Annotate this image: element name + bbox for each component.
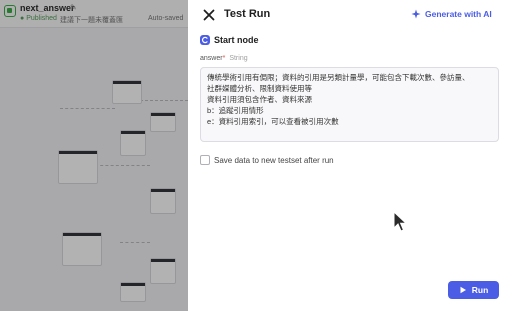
sparkle-icon bbox=[411, 9, 421, 19]
required-mark: * bbox=[222, 55, 226, 62]
mouse-cursor-icon bbox=[393, 211, 407, 232]
generate-with-ai-button[interactable]: Generate with AI bbox=[411, 9, 492, 19]
answer-line: e：資料引用索引，可以查看被引用次數 bbox=[207, 117, 339, 126]
answer-field-label: answer* String bbox=[200, 55, 248, 62]
field-type: String bbox=[229, 55, 248, 62]
answer-line: 資料引用須包含作者、資料來源 bbox=[207, 95, 312, 104]
start-node-label: Start node bbox=[214, 35, 259, 45]
close-icon bbox=[203, 9, 215, 21]
panel-title: Test Run bbox=[224, 8, 271, 20]
field-name: answer bbox=[200, 55, 223, 62]
answer-line: 傳統學術引用有侷限；資料的引用是另類計量學，可能包含下載次數、參訪量、 bbox=[207, 73, 470, 82]
modal-overlay[interactable] bbox=[0, 0, 188, 311]
answer-line: b：追蹤引用情形 bbox=[207, 106, 264, 115]
run-button[interactable]: Run bbox=[448, 281, 499, 299]
play-icon bbox=[460, 286, 466, 294]
start-node-icon bbox=[200, 35, 210, 45]
generate-with-ai-label: Generate with AI bbox=[425, 9, 492, 19]
close-button[interactable] bbox=[201, 7, 217, 23]
answer-line: 社群媒體分析、限制資料使用等 bbox=[207, 84, 312, 93]
save-testset-checkbox[interactable] bbox=[200, 155, 210, 165]
save-testset-label[interactable]: Save data to new testset after run bbox=[214, 156, 334, 165]
run-label: Run bbox=[471, 285, 489, 295]
answer-textarea[interactable]: 傳統學術引用有侷限；資料的引用是另類計量學，可能包含下載次數、參訪量、 社群媒體… bbox=[200, 67, 499, 142]
